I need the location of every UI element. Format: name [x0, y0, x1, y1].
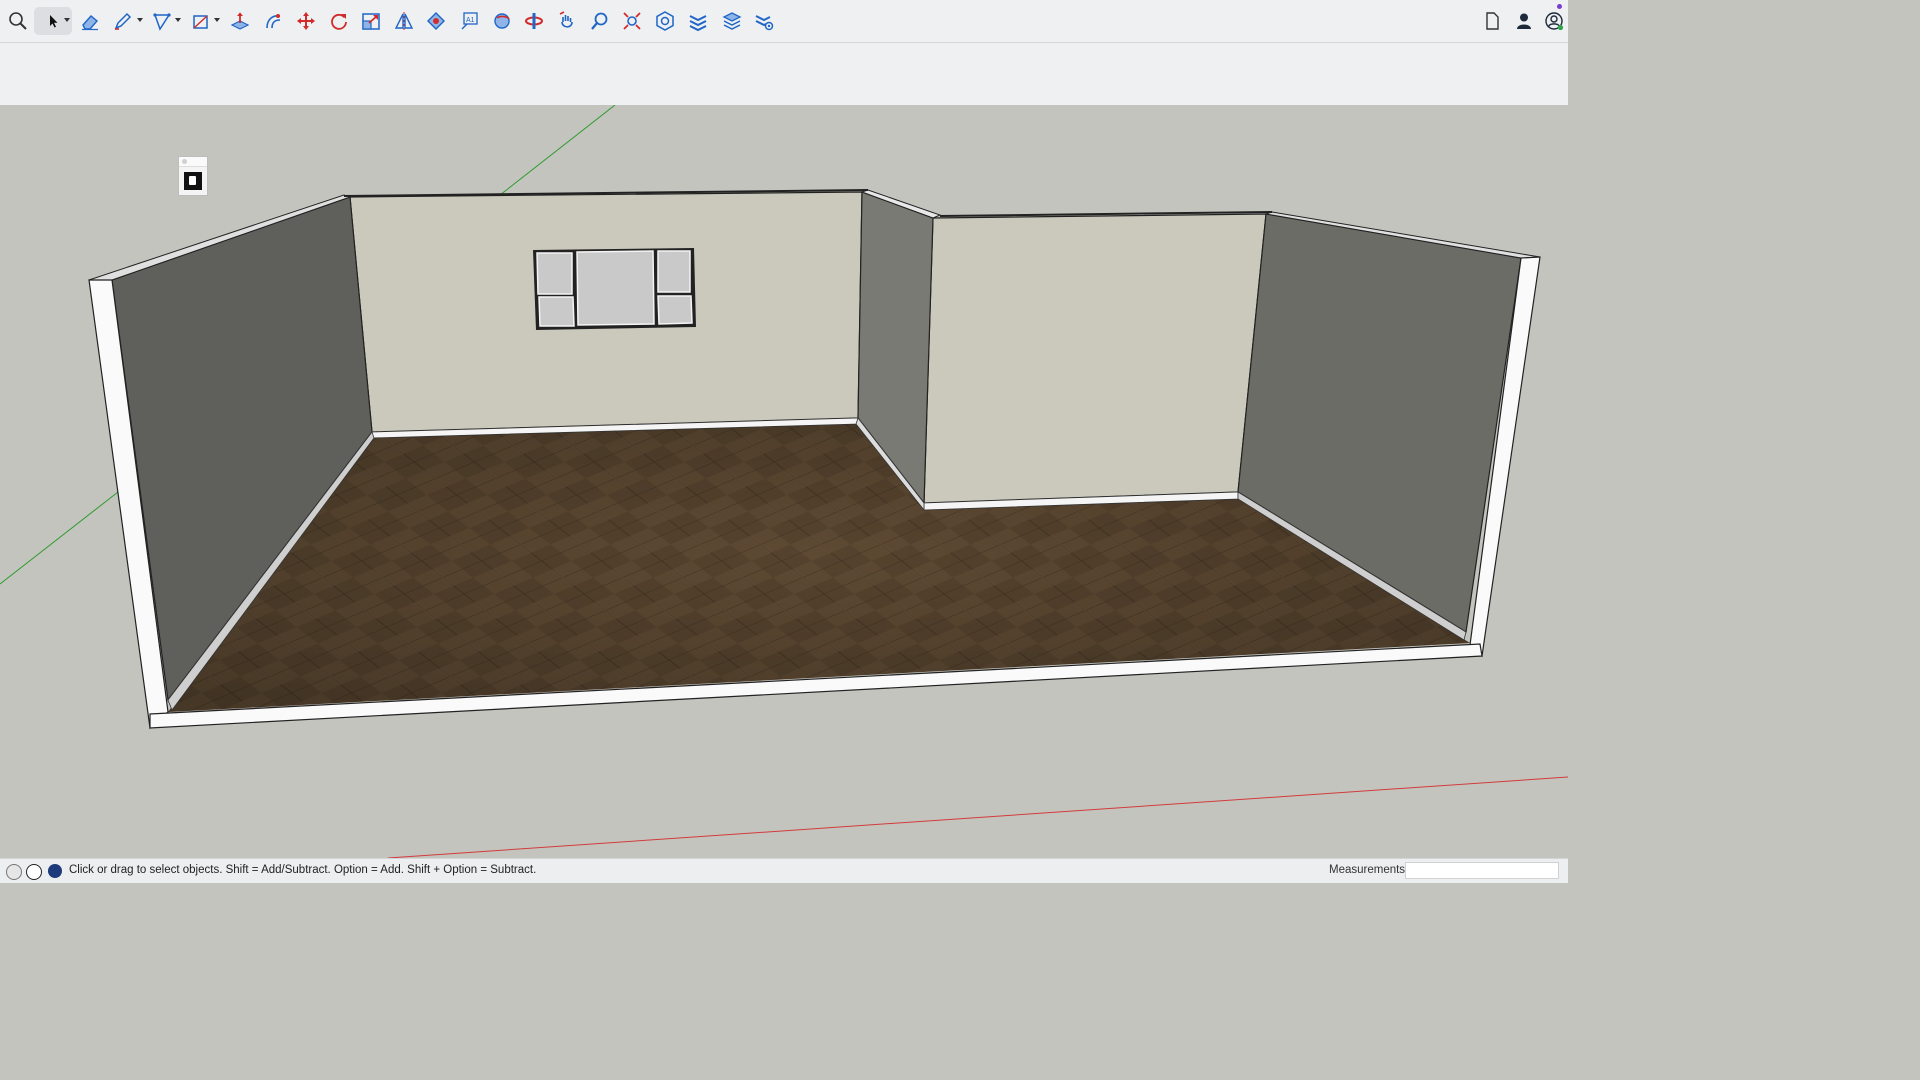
credits-icon[interactable]	[26, 864, 42, 880]
zoom-extents-icon[interactable]	[618, 7, 646, 35]
green-axis-line	[499, 105, 616, 196]
component-icon[interactable]	[651, 7, 679, 35]
help-icon[interactable]	[48, 864, 62, 878]
mini-panel-close-icon[interactable]	[182, 159, 187, 164]
floating-mini-panel[interactable]	[178, 156, 208, 196]
arc-dropdown-icon[interactable]	[175, 18, 181, 22]
3d-viewport[interactable]	[0, 105, 1568, 858]
window[interactable]	[533, 248, 696, 330]
layers-icon[interactable]	[718, 7, 746, 35]
measurements-label: Measurements	[1329, 864, 1406, 876]
eraser-icon[interactable]	[76, 7, 104, 35]
main-toolbar: A1	[0, 0, 1568, 43]
move-icon[interactable]	[292, 7, 320, 35]
document-icon[interactable]	[1478, 7, 1506, 35]
notification-dot	[1557, 4, 1562, 9]
back-wall-right[interactable]	[923, 213, 1267, 504]
push-pull-icon[interactable]	[226, 7, 254, 35]
geo-location-icon[interactable]	[6, 864, 22, 880]
green-axis-line-lower	[0, 491, 119, 585]
red-axis-line	[387, 776, 1568, 858]
settings-layers-icon[interactable]	[750, 7, 778, 35]
tags-icon[interactable]	[684, 7, 712, 35]
svg-text:A1: A1	[466, 17, 475, 24]
secondary-toolbar-area	[0, 43, 1568, 105]
orbit-icon[interactable]	[488, 7, 516, 35]
user-icon[interactable]	[1510, 7, 1538, 35]
paint-bucket-icon[interactable]	[422, 7, 450, 35]
zoom-icon[interactable]	[586, 7, 614, 35]
file-thumbnail-icon[interactable]	[184, 172, 202, 190]
select-dropdown-icon[interactable]	[64, 18, 70, 22]
flip-icon[interactable]	[390, 7, 418, 35]
status-bar: Click or drag to select objects. Shift =…	[0, 858, 1568, 883]
pencil-dropdown-icon[interactable]	[137, 18, 143, 22]
mini-panel-titlebar[interactable]	[179, 157, 207, 167]
walk-icon[interactable]	[553, 7, 581, 35]
account-icon[interactable]	[1540, 7, 1568, 35]
rotate-icon[interactable]	[325, 7, 353, 35]
status-hint-text: Click or drag to select objects. Shift =…	[69, 864, 537, 876]
search-icon[interactable]	[4, 7, 32, 35]
pencil-icon[interactable]	[109, 7, 137, 35]
follow-me-icon[interactable]	[259, 7, 287, 35]
scale-icon[interactable]	[357, 7, 385, 35]
pan-icon[interactable]	[520, 7, 548, 35]
measurements-input[interactable]	[1405, 862, 1559, 879]
arc-icon[interactable]	[148, 7, 176, 35]
shape-icon[interactable]	[187, 7, 215, 35]
shape-dropdown-icon[interactable]	[214, 18, 220, 22]
text-icon[interactable]: A1	[455, 7, 483, 35]
